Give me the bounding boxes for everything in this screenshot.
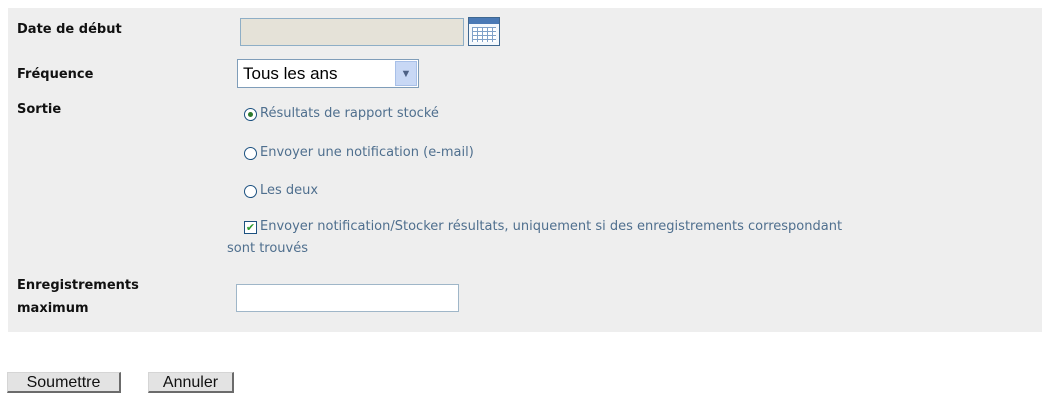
radio-stored-results[interactable] <box>244 107 257 121</box>
frequency-selected-value: Tous les ans <box>243 64 338 83</box>
start-date-label: Date de début <box>17 22 122 37</box>
frequency-select[interactable]: Tous les ans ▼ <box>237 59 419 88</box>
frequency-label: Fréquence <box>17 67 94 82</box>
only-if-match-label-continued: sont trouvés <box>227 241 309 256</box>
calendar-icon-grid <box>472 27 496 42</box>
only-if-match-label: Envoyer notification/Stocker résultats, … <box>260 219 843 234</box>
chevron-down-icon[interactable]: ▼ <box>395 61 417 86</box>
max-records-input[interactable] <box>236 284 459 312</box>
output-option-label: Envoyer une notification (e-mail) <box>260 145 474 160</box>
output-option-stored-results[interactable]: Résultats de rapport stocké <box>244 105 439 123</box>
output-option-label: Résultats de rapport stocké <box>260 106 439 121</box>
calendar-icon[interactable] <box>468 17 500 46</box>
radio-email-notification[interactable] <box>244 146 257 160</box>
calendar-icon-header <box>469 18 499 24</box>
radio-both[interactable] <box>244 184 257 198</box>
schedule-form-panel: Date de début Fréquence Tous les ans ▼ S… <box>8 8 1042 332</box>
output-option-label: Les deux <box>260 183 319 198</box>
output-label: Sortie <box>17 102 62 117</box>
start-date-input[interactable] <box>240 18 464 46</box>
output-option-both[interactable]: Les deux <box>244 182 318 200</box>
submit-button[interactable]: Soumettre <box>7 372 121 393</box>
output-option-email[interactable]: Envoyer une notification (e-mail) <box>244 144 474 162</box>
max-records-label-line2: maximum <box>17 301 89 316</box>
cancel-button[interactable]: Annuler <box>148 372 234 393</box>
only-if-match-checkbox[interactable]: ✔ <box>244 220 257 234</box>
only-if-match-row[interactable]: ✔ Envoyer notification/Stocker résultats… <box>244 218 842 236</box>
max-records-label-line1: Enregistrements <box>17 278 139 293</box>
